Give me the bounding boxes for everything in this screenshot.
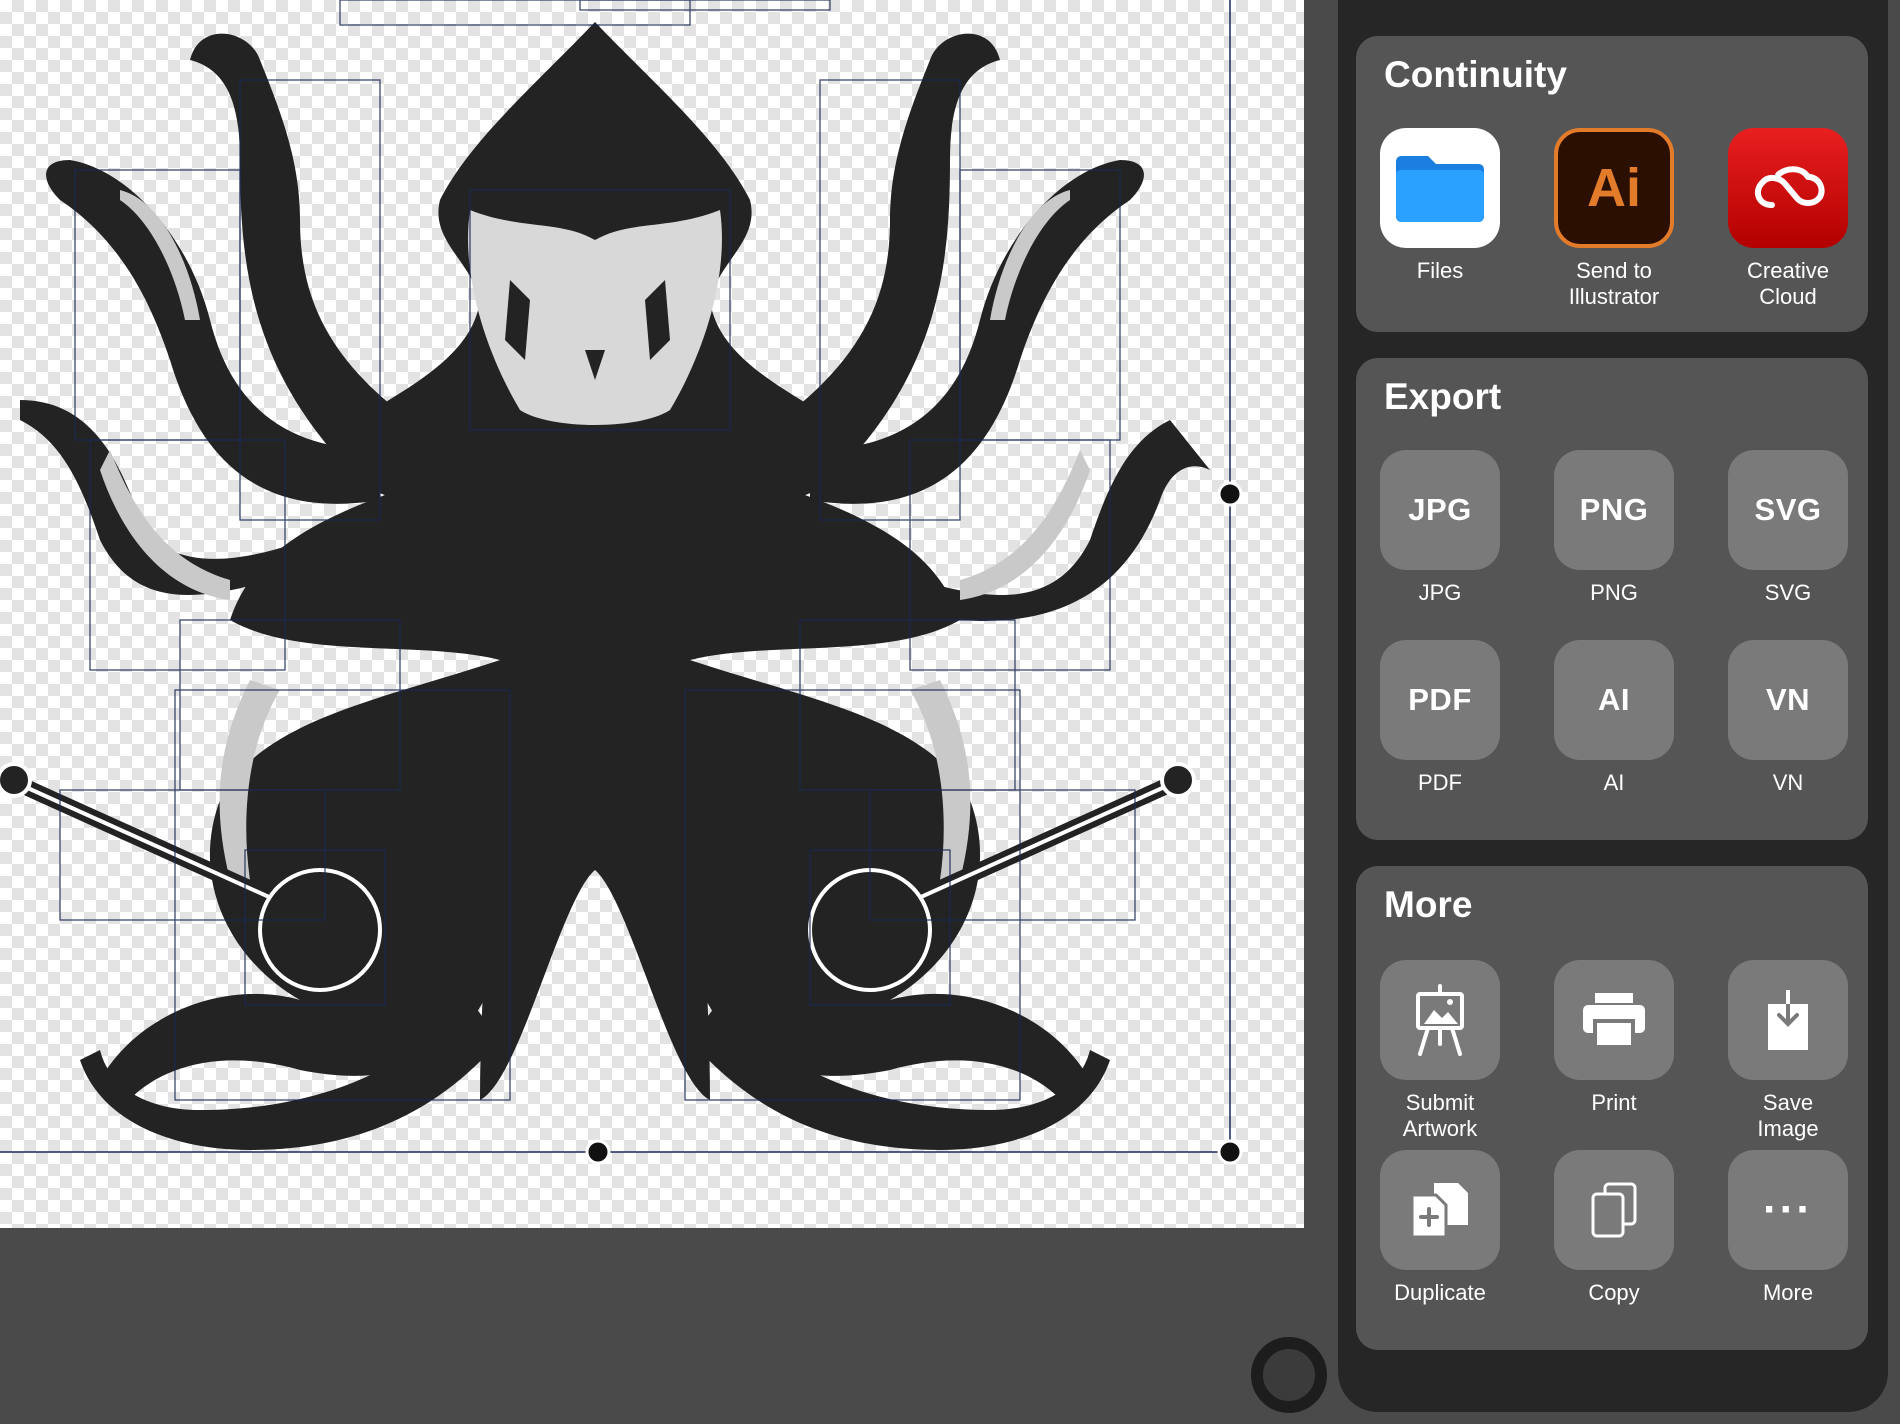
continuity-title: Continuity [1384,54,1567,95]
duplicate-button[interactable]: Duplicate [1360,1150,1520,1306]
copy-icon [1554,1150,1674,1270]
continuity-section: Continuity Files Ai Send to Illustrator [1356,36,1868,332]
save-image-icon [1728,960,1848,1080]
jpg-icon: JPG [1380,450,1500,570]
export-ai-label: AI [1603,770,1625,795]
save-image-button[interactable]: Save Image [1708,960,1868,1142]
home-indicator-button[interactable] [1251,1337,1327,1413]
export-pdf-label: PDF [1418,770,1462,795]
ellipsis-icon: ··· [1728,1150,1848,1270]
submit-artwork-button[interactable]: Submit Artwork [1360,960,1520,1142]
export-png-button[interactable]: PNG PNG [1534,450,1694,606]
illustrator-icon: Ai [1554,128,1674,248]
export-title: Export [1384,376,1502,417]
more-options-label: More [1762,1280,1814,1305]
export-section: Export JPG JPG PNG PNG SVG SVG PDF PDF A… [1356,358,1868,840]
svg-icon: SVG [1728,450,1848,570]
printer-icon [1554,960,1674,1080]
creative-cloud-label: Creative Cloud [1747,258,1829,309]
files-label: Files [1416,258,1464,283]
send-to-illustrator-label: Send to Illustrator [1568,258,1660,309]
print-button[interactable]: Print [1534,960,1694,1116]
share-panel: Continuity Files Ai Send to Illustrator [1338,0,1888,1412]
export-svg-label: SVG [1764,580,1812,605]
pdf-icon: PDF [1380,640,1500,760]
export-jpg-button[interactable]: JPG JPG [1360,450,1520,606]
print-label: Print [1591,1090,1637,1115]
export-png-label: PNG [1590,580,1638,605]
export-svg-button[interactable]: SVG SVG [1708,450,1868,606]
save-image-label: Save Image [1757,1090,1819,1141]
png-icon: PNG [1554,450,1674,570]
creative-cloud-button[interactable]: Creative Cloud [1708,128,1868,310]
send-to-illustrator-button[interactable]: Ai Send to Illustrator [1534,128,1694,310]
export-pdf-button[interactable]: PDF PDF [1360,640,1520,796]
octopus-artwork[interactable] [0,0,1304,1228]
vn-icon: VN [1728,640,1848,760]
more-title: More [1384,884,1473,925]
creative-cloud-icon [1728,128,1848,248]
submit-artwork-label: Submit Artwork [1402,1090,1478,1141]
canvas-background [0,1228,1340,1424]
export-vn-label: VN [1772,770,1804,795]
export-vn-button[interactable]: VN VN [1708,640,1868,796]
duplicate-label: Duplicate [1394,1280,1486,1305]
folder-icon [1380,128,1500,248]
copy-label: Copy [1588,1280,1640,1305]
export-jpg-label: JPG [1418,580,1462,605]
files-button[interactable]: Files [1360,128,1520,284]
artboard-canvas[interactable] [0,0,1304,1228]
copy-button[interactable]: Copy [1534,1150,1694,1306]
ai-format-icon: AI [1554,640,1674,760]
more-options-button[interactable]: ··· More [1708,1150,1868,1306]
more-section: More Submit Artwork Print Save Image Dup… [1356,866,1868,1350]
export-ai-button[interactable]: AI AI [1534,640,1694,796]
duplicate-icon [1380,1150,1500,1270]
easel-icon [1380,960,1500,1080]
